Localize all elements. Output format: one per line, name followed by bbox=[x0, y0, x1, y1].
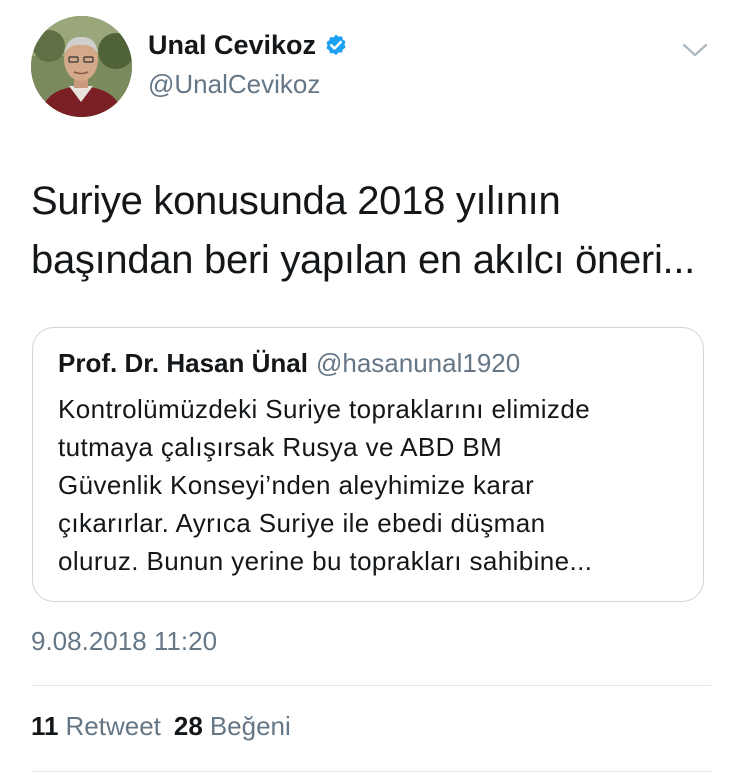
verified-badge-icon bbox=[323, 33, 349, 59]
retweets-label: Retweet bbox=[65, 711, 161, 741]
quoted-tweet-header: Prof. Dr. Hasan Ünal @hasanunal1920 bbox=[58, 348, 520, 379]
likes-stat[interactable]: 28 Beğeni bbox=[174, 711, 291, 742]
author-name-text: Unal Cevikoz bbox=[148, 30, 317, 60]
likes-label: Beğeni bbox=[209, 711, 291, 741]
chevron-down-icon[interactable] bbox=[681, 40, 709, 60]
retweets-stat[interactable]: 11 Retweet bbox=[31, 711, 161, 742]
tweet-text: Suriye konusunda 2018 yılının başından b… bbox=[31, 172, 711, 290]
quoted-tweet-text: Kontrolümüzdeki Suriye topraklarını elim… bbox=[58, 390, 688, 580]
quoted-text-line: Kontrolümüzdeki Suriye topraklarını elim… bbox=[58, 394, 591, 424]
avatar-photo bbox=[31, 16, 132, 117]
quoted-text-line: Güvenlik Konseyi’nden aleyhimize karar bbox=[58, 470, 535, 500]
engagement-stats: 11 Retweet 28 Beğeni bbox=[31, 711, 304, 742]
tweet-text-line: başından beri yapılan en akılcı öneri... bbox=[31, 238, 695, 282]
retweets-count: 11 bbox=[31, 711, 59, 741]
quoted-text-line: oluruz. Bunun yerine bu toprakları sahib… bbox=[58, 546, 593, 576]
author-name[interactable]: Unal Cevikoz bbox=[148, 30, 349, 61]
divider bbox=[31, 685, 711, 686]
quoted-author-name: Prof. Dr. Hasan Ünal bbox=[58, 348, 308, 378]
quoted-author-handle: @hasanunal1920 bbox=[315, 348, 521, 378]
likes-count: 28 bbox=[173, 711, 203, 741]
timestamp[interactable]: 9.08.2018 11:20 bbox=[31, 626, 217, 657]
quoted-tweet-card[interactable]: Prof. Dr. Hasan Ünal @hasanunal1920 Kontr… bbox=[32, 327, 704, 602]
tweet-detail: Unal Cevikoz @UnalCevikoz Suriye konusun… bbox=[0, 0, 736, 779]
quoted-text-line: çıkarırlar. Ayrıca Suriye ile ebedi düşm… bbox=[58, 508, 546, 538]
author-handle[interactable]: @UnalCevikoz bbox=[148, 69, 320, 100]
avatar[interactable] bbox=[31, 16, 132, 117]
divider bbox=[31, 771, 711, 772]
tweet-text-line: Suriye konusunda 2018 yılının bbox=[31, 179, 561, 223]
quoted-text-line: tutmaya çalışırsak Rusya ve ABD BM bbox=[58, 432, 503, 462]
